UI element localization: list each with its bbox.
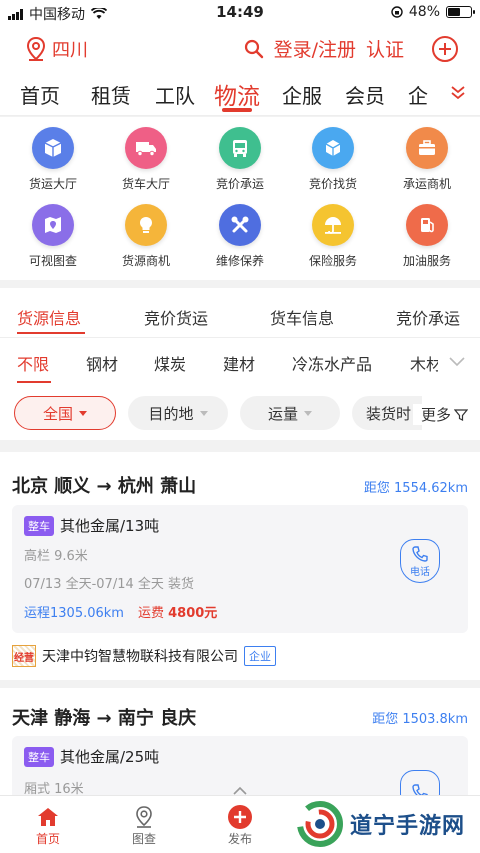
cargo-description: 其他金属/13吨	[60, 517, 160, 535]
service-refuel[interactable]: 加油服务	[382, 204, 472, 269]
filter-destination[interactable]: 目的地	[128, 396, 228, 430]
tab-enterprise[interactable]: 企	[408, 80, 428, 109]
package-search-icon	[312, 127, 354, 169]
main-nav: 首页 租赁 工队 物流 企服 会员 企	[0, 72, 480, 116]
filter-bar: 全国 目的地 运量 装货时 更多	[0, 386, 480, 440]
category-timber[interactable]: 木材	[410, 351, 438, 375]
subtab-bid-freight[interactable]: 竞价货运	[144, 305, 208, 329]
tab-enterprise-service[interactable]: 企服	[282, 80, 322, 109]
umbrella-icon	[312, 204, 354, 246]
orientation-lock-icon	[391, 6, 403, 18]
cargo-detail-box: 整车 其他金属/13吨 高栏 9.6米 07/13 全天-07/14 全天 装货…	[12, 505, 468, 633]
briefcase-icon	[406, 127, 448, 169]
bus-icon	[219, 127, 261, 169]
tab-member[interactable]: 会员	[345, 80, 385, 109]
chevron-down-icon[interactable]	[450, 84, 466, 100]
publish-plus-icon	[228, 805, 252, 829]
filter-loading-time[interactable]: 装货时	[352, 396, 422, 430]
filter-region[interactable]: 全国	[14, 396, 116, 430]
location-label: 四川	[52, 40, 88, 61]
category-coal[interactable]: 煤炭	[154, 351, 186, 375]
cargo-description: 其他金属/25吨	[60, 748, 160, 766]
verify-link[interactable]: 认证	[366, 35, 404, 62]
home-icon	[38, 808, 58, 826]
subtab-cargo-source[interactable]: 货源信息	[17, 305, 81, 329]
chevron-up-icon[interactable]	[232, 786, 248, 796]
company-name: 天津中钧智慧物联科技有限公司	[42, 649, 238, 665]
active-subtab-indicator	[17, 332, 85, 334]
category-steel[interactable]: 钢材	[86, 351, 118, 375]
add-icon[interactable]	[432, 35, 458, 62]
location-pin-icon	[136, 806, 152, 828]
tab-logistics[interactable]: 物流	[214, 77, 260, 111]
category-frozen-seafood[interactable]: 冷冻水产品	[292, 351, 372, 375]
category-filter: 不限 钢材 煤炭 建材 冷冻水产品 木材	[0, 338, 480, 386]
company-badge: 经营	[12, 645, 36, 667]
location-pin-icon	[26, 37, 46, 61]
full-truck-tag: 整车	[24, 515, 54, 536]
more-filters-button[interactable]: 更多	[412, 404, 468, 425]
site-watermark: 道宁手游网	[296, 800, 474, 848]
app-screen: 中国移动 14:49 48% 四川 登录/注册 认证 首页 租赁 工队 物流 企…	[0, 0, 480, 853]
lightbulb-icon	[125, 204, 167, 246]
wrench-icon	[219, 204, 261, 246]
battery-percent: 48%	[408, 4, 440, 20]
service-bid-find-cargo[interactable]: 竞价找货	[288, 127, 378, 192]
status-bar: 中国移动 14:49 48%	[0, 0, 480, 26]
route-title: 天津 静海 → 南宁 良庆	[12, 708, 197, 729]
login-register-link[interactable]: 登录/注册	[274, 35, 356, 62]
full-truck-tag: 整车	[24, 746, 54, 767]
dropdown-arrow-icon	[304, 410, 312, 416]
service-cargo-opportunity[interactable]: 货源商机	[101, 204, 191, 269]
search-icon[interactable]	[244, 39, 264, 59]
tab-home[interactable]: 首页	[20, 80, 60, 109]
distance-label: 距您 1554.62km	[363, 481, 468, 496]
listing-card[interactable]: 北京 顺义 → 杭州 萧山 距您 1554.62km 整车 其他金属/13吨 高…	[0, 452, 480, 680]
call-button[interactable]: 电话	[400, 539, 440, 583]
listing-card[interactable]: 天津 静海 → 南宁 良庆 距您 1503.8km 整车 其他金属/25吨 厢式…	[0, 688, 480, 814]
top-header: 四川 登录/注册 认证	[0, 26, 480, 72]
service-grid: 货运大厅 货车大厅 竞价承运 竞价找货 承运商机 可视图查 货源商机 维修保养 …	[0, 117, 480, 280]
tab-rental[interactable]: 租赁	[91, 80, 131, 109]
service-visual-map[interactable]: 可视图查	[8, 204, 98, 269]
distance-label: 距您 1503.8km	[372, 712, 468, 727]
filter-icon	[454, 408, 468, 421]
subtab-bid-carrier[interactable]: 竞价承运	[396, 305, 460, 329]
location-selector[interactable]: 四川	[26, 36, 88, 62]
bottom-tab-publish[interactable]: 发布	[210, 804, 270, 847]
service-carrier-opportunity[interactable]: 承运商机	[382, 127, 472, 192]
bottom-tab-map-search[interactable]: 图查	[114, 804, 174, 847]
truck-icon	[125, 127, 167, 169]
enterprise-badge: 企业	[244, 646, 276, 666]
service-truck-hall[interactable]: 货车大厅	[101, 127, 191, 192]
truck-spec: 高栏 9.6米	[24, 549, 88, 564]
category-all[interactable]: 不限	[17, 351, 49, 375]
info-subtabs: 货源信息 竞价货运 货车信息 竞价承运	[0, 288, 480, 338]
phone-icon	[412, 545, 428, 562]
service-insurance[interactable]: 保险服务	[288, 204, 378, 269]
watermark-logo	[297, 801, 343, 847]
subtab-truck-info[interactable]: 货车信息	[270, 305, 334, 329]
dropdown-arrow-icon	[199, 410, 208, 416]
tab-team[interactable]: 工队	[155, 80, 195, 109]
fuel-pump-icon	[406, 204, 448, 246]
route-mileage: 运程1305.06km	[24, 606, 124, 621]
route-title: 北京 顺义 → 杭州 萧山	[12, 476, 197, 497]
map-icon	[32, 204, 74, 246]
category-building-materials[interactable]: 建材	[223, 351, 255, 375]
active-category-indicator	[17, 381, 51, 383]
chevron-down-icon[interactable]	[448, 354, 466, 368]
loading-schedule: 07/13 全天-07/14 全天 装货	[24, 577, 195, 592]
battery-icon	[446, 6, 475, 18]
dropdown-arrow-icon	[79, 410, 87, 416]
service-freight-hall[interactable]: 货运大厅	[8, 127, 98, 192]
bottom-tab-home[interactable]: 首页	[18, 804, 78, 847]
service-bid-carrier[interactable]: 竞价承运	[195, 127, 285, 192]
filter-volume[interactable]: 运量	[240, 396, 340, 430]
active-tab-indicator	[222, 108, 252, 112]
service-maintenance[interactable]: 维修保养	[195, 204, 285, 269]
freight-fee-label: 运费	[137, 606, 164, 621]
freight-fee-value: 4800元	[168, 606, 218, 621]
box-icon	[32, 127, 74, 169]
